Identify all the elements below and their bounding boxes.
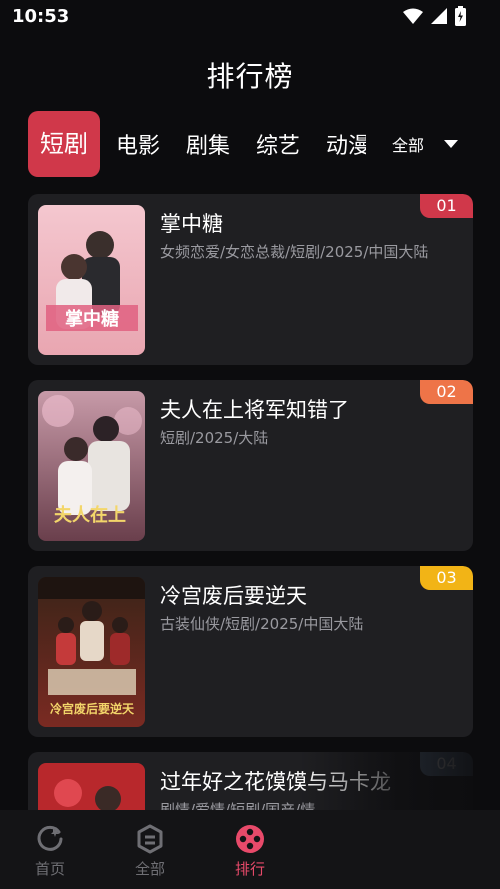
card-meta: 古装仙侠/短剧/2025/中国大陆 — [160, 615, 364, 633]
card-meta: 女频恋爱/女恋总裁/短剧/2025/中国大陆 — [160, 243, 429, 261]
rank-icon — [236, 825, 264, 853]
filter-dropdown[interactable]: 全部 — [392, 132, 459, 156]
card-title[interactable]: 冷宫废后要逆天 — [160, 580, 307, 610]
nav-label-rank: 排行 — [234, 860, 265, 878]
poster-image[interactable]: 夫人在上 — [38, 391, 145, 541]
caret-down-icon — [444, 140, 459, 148]
all-icon — [137, 824, 163, 854]
status-bar: 10:53 — [0, 0, 500, 36]
card-meta: 短剧/2025/大陆 — [160, 429, 269, 447]
ranking-card[interactable]: 夫人在上 夫人在上将军知错了 短剧/2025/大陆 02 — [28, 380, 473, 551]
poster-image[interactable]: 冷宫废后要逆天 — [38, 577, 145, 727]
card-title[interactable]: 掌中糖 — [160, 208, 223, 238]
filter-label: 全部 — [392, 136, 425, 155]
tab-series[interactable]: 剧集 — [186, 128, 230, 160]
ranking-list[interactable]: 掌中糖 掌中糖 女频恋爱/女恋总裁/短剧/2025/中国大陆 01 夫人在上 夫… — [28, 194, 473, 810]
rank-badge: 02 — [420, 380, 473, 404]
status-icons — [403, 6, 466, 26]
tab-anime[interactable]: 动漫 — [326, 128, 366, 160]
ranking-card[interactable]: 冷宫废后要逆天 冷宫废后要逆天 古装仙侠/短剧/2025/中国大陆 03 — [28, 566, 473, 737]
wifi-icon — [403, 8, 423, 24]
nav-label-home: 首页 — [34, 860, 65, 878]
category-tabs: 短剧 电影 剧集 综艺 动漫 全部 — [28, 111, 500, 177]
poster-title: 掌中糖 — [65, 308, 119, 330]
card-meta: 剧情/爱情/短剧/国产/情 — [160, 801, 316, 810]
status-time: 10:53 — [12, 6, 70, 27]
home-icon — [37, 825, 63, 851]
ranking-card[interactable]: 掌中糖 掌中糖 女频恋爱/女恋总裁/短剧/2025/中国大陆 01 — [28, 194, 473, 365]
poster-title: 夫人在上 — [54, 504, 126, 526]
rank-badge: 01 — [420, 194, 473, 218]
signal-icon — [431, 8, 447, 24]
tab-movie[interactable]: 电影 — [116, 128, 160, 160]
nav-item-rank[interactable]: 排行 — [200, 810, 300, 889]
poster-image[interactable] — [38, 763, 145, 810]
bottom-nav: 首页 全部 排行 — [0, 810, 500, 889]
tab-variety[interactable]: 综艺 — [256, 128, 300, 160]
nav-item-all[interactable]: 全部 — [100, 810, 200, 889]
nav-item-home[interactable]: 首页 — [0, 810, 100, 889]
poster-image[interactable]: 掌中糖 — [38, 205, 145, 355]
battery-charging-icon — [455, 6, 466, 26]
card-title[interactable]: 夫人在上将军知错了 — [160, 394, 349, 424]
poster-title: 冷宫废后要逆天 — [50, 701, 135, 716]
rank-badge: 03 — [420, 566, 473, 590]
nav-label-all: 全部 — [134, 860, 165, 878]
tab-short-drama[interactable]: 短剧 — [28, 111, 100, 177]
page-title: 排行榜 — [206, 60, 294, 93]
